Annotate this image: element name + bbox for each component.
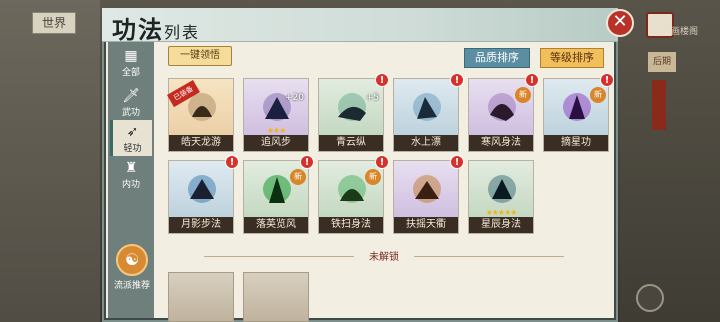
- world-button[interactable]: 世界: [32, 12, 76, 34]
- title-main: 功法: [112, 15, 164, 44]
- new-badge: 新: [290, 169, 306, 185]
- skill-art: [400, 167, 454, 215]
- skill-name: 星辰身法: [469, 217, 533, 233]
- background-left-panel: [0, 0, 100, 322]
- skill-card[interactable]: 新 ! 摘星功: [543, 73, 614, 152]
- grid-icon: ▦: [124, 48, 138, 64]
- skill-level: +5: [365, 93, 379, 103]
- sort-level-button[interactable]: 等级排序: [540, 48, 604, 68]
- skill-name: 寒风身法: [469, 135, 533, 151]
- sort-quality-button[interactable]: 品质排序: [464, 48, 530, 68]
- boot-icon: ➶: [126, 124, 139, 140]
- swirl-button[interactable]: [636, 284, 664, 312]
- tab-all[interactable]: ▦ 全部: [110, 44, 152, 80]
- back-tab[interactable]: 后期: [648, 52, 676, 72]
- skill-name: 青云纵: [319, 135, 383, 151]
- tab-martial[interactable]: 🗡 武功: [110, 84, 152, 120]
- skill-card[interactable]: ! 月影步法: [168, 155, 239, 234]
- red-bookmark: [652, 80, 666, 130]
- skill-art: [175, 167, 229, 215]
- close-icon[interactable]: ✕: [606, 9, 634, 37]
- alert-badge: !: [375, 73, 389, 87]
- tower-icon: ♜: [124, 160, 138, 176]
- locked-skill-card[interactable]: [243, 272, 309, 322]
- scroll-label: 画楼阁: [670, 27, 698, 37]
- scroll-icon[interactable]: [646, 12, 674, 38]
- recommend-label: 流派推荐: [113, 281, 150, 291]
- skill-card[interactable]: 新 ! 落英览风: [243, 155, 314, 234]
- tab-label: 全部: [121, 68, 140, 78]
- skill-name: 月影步法: [169, 217, 233, 233]
- alert-badge: !: [600, 73, 614, 87]
- alert-badge: !: [225, 155, 239, 169]
- alert-badge: !: [300, 155, 314, 169]
- alert-badge: !: [450, 155, 464, 169]
- skill-name: 扶摇天衢: [394, 217, 458, 233]
- locked-label: 未解锁: [369, 252, 399, 263]
- skill-name: 水上漂: [394, 135, 458, 151]
- alert-badge: !: [525, 73, 539, 87]
- sword-icon: 🗡: [122, 88, 140, 104]
- skill-card[interactable]: +5 ! 青云纵: [318, 73, 389, 152]
- tab-label: 轻功: [123, 144, 142, 154]
- skill-stars: ★★★: [266, 126, 287, 135]
- tab-label: 内功: [121, 180, 140, 190]
- skill-card[interactable]: +20 ★★★ 追风步: [243, 78, 309, 152]
- tab-label: 武功: [121, 108, 140, 118]
- locked-skill-card[interactable]: [168, 272, 234, 322]
- new-badge: 新: [515, 87, 531, 103]
- skill-stars: ★★★★★: [485, 208, 518, 217]
- one-click-comprehend-button[interactable]: 一键领悟: [168, 46, 232, 66]
- skill-card[interactable]: 已装备 皓天龙游: [167, 78, 234, 152]
- skill-card[interactable]: ★★★★★ 星辰身法: [468, 160, 534, 234]
- skill-name: 皓天龙游: [169, 135, 233, 151]
- skill-name: 铁扫身法: [319, 217, 383, 233]
- tab-lightness[interactable]: ➶ 轻功: [110, 120, 152, 156]
- alert-badge: !: [375, 155, 389, 169]
- divider-line: [204, 256, 354, 257]
- skill-name: 落英览风: [244, 217, 308, 233]
- skill-name: 摘星功: [544, 135, 608, 151]
- skill-art: [400, 85, 454, 133]
- background-right-panel: [620, 0, 720, 322]
- skill-card[interactable]: 新 ! 寒风身法: [468, 73, 539, 152]
- skill-card[interactable]: ! 水上漂: [393, 73, 464, 152]
- school-recommend-button[interactable]: ☯ 流派推荐: [110, 244, 154, 300]
- new-badge: 新: [365, 169, 381, 185]
- skill-card[interactable]: ! 扶摇天衢: [393, 155, 464, 234]
- new-badge: 新: [590, 87, 606, 103]
- yin-yang-icon: ☯: [116, 244, 148, 276]
- locked-divider: 未解锁: [164, 248, 604, 264]
- skill-card[interactable]: 新 ! 铁扫身法: [318, 155, 389, 234]
- tab-inner[interactable]: ♜ 内功: [110, 156, 152, 192]
- divider-line: [414, 256, 564, 257]
- title-small: 列表: [164, 23, 201, 42]
- skill-name: 追风步: [244, 135, 308, 151]
- alert-badge: !: [450, 73, 464, 87]
- page-title: 功法列表: [112, 10, 201, 44]
- skill-level: +20: [285, 93, 304, 103]
